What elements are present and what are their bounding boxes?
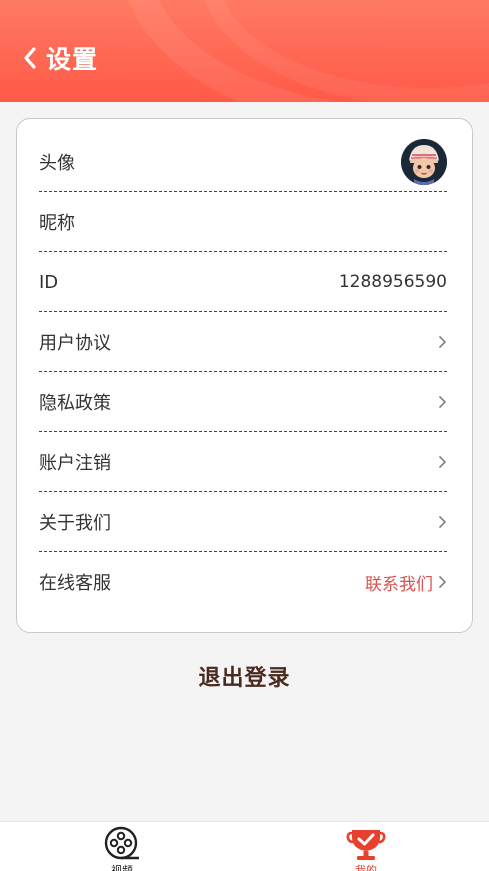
privacy-policy-label: 隐私政策 (39, 393, 111, 414)
tab-mine-label: 我的 (355, 864, 377, 871)
id-label: ID (39, 271, 59, 293)
back-button[interactable] (18, 44, 42, 72)
avatar[interactable] (401, 139, 447, 185)
trophy-check-icon (346, 825, 386, 865)
nickname-label: 昵称 (39, 213, 75, 234)
logout-button[interactable]: 退出登录 (0, 660, 489, 692)
customer-service-label: 在线客服 (39, 573, 111, 594)
page-title: 设置 (46, 45, 99, 74)
customer-service-row[interactable]: 在线客服 联系我们 (39, 552, 447, 612)
chevron-right-icon (437, 575, 447, 589)
chevron-right-icon (437, 335, 447, 349)
avatar-label: 头像 (39, 153, 75, 174)
id-value: 1288956590 (338, 272, 447, 292)
about-label: 关于我们 (39, 513, 111, 534)
tab-mine[interactable]: 我的 (306, 822, 426, 871)
chevron-right-icon (437, 395, 447, 409)
account-cancel-row[interactable]: 账户注销 (39, 432, 447, 492)
account-cancel-label: 账户注销 (39, 453, 111, 474)
settings-card: 头像 昵称 ID 1288956590 用户协议 隐私政策 账户注销 关于我们 … (16, 118, 473, 633)
nickname-row[interactable]: 昵称 (39, 192, 447, 252)
chevron-right-icon (437, 455, 447, 469)
user-agreement-row[interactable]: 用户协议 (39, 312, 447, 372)
tab-video[interactable]: 视频 (62, 822, 182, 871)
about-row[interactable]: 关于我们 (39, 492, 447, 552)
bottom-tab-bar: 视频 我的 (0, 821, 489, 871)
chevron-right-icon (437, 515, 447, 529)
chevron-left-icon (24, 47, 36, 69)
avatar-row[interactable]: 头像 (39, 132, 447, 192)
header-bar: 设置 (0, 0, 489, 102)
film-reel-icon (103, 825, 141, 865)
tab-video-label: 视频 (111, 864, 133, 871)
contact-us-link[interactable]: 联系我们 (365, 570, 433, 595)
privacy-policy-row[interactable]: 隐私政策 (39, 372, 447, 432)
user-agreement-label: 用户协议 (39, 333, 111, 354)
id-row: ID 1288956590 (39, 252, 447, 312)
